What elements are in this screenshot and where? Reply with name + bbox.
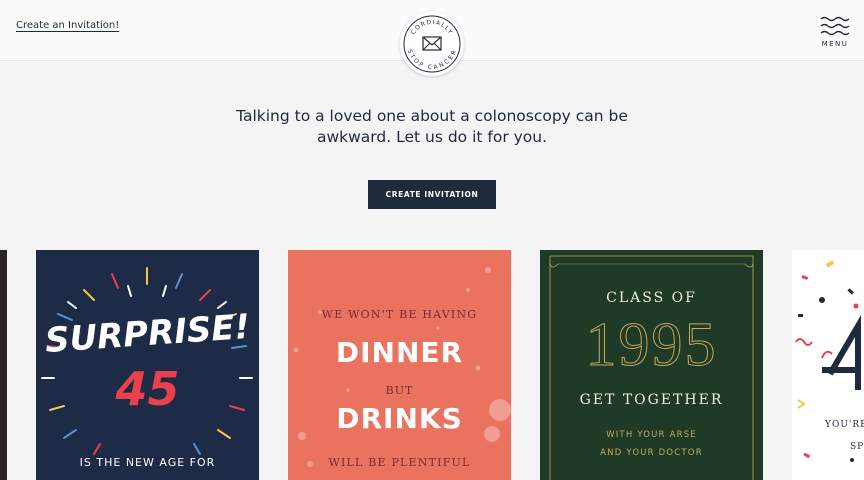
site-header: Create an Invitation! CORDIALLY STOP CAN… xyxy=(0,0,864,76)
card-dinner-line3: BUT xyxy=(385,384,414,397)
create-invitation-button[interactable]: CREATE INVITATION xyxy=(368,180,496,209)
card-partial-left[interactable] xyxy=(0,250,7,480)
menu-label: MENU xyxy=(821,40,849,48)
logo-text-bottom: STOP CANCER xyxy=(406,48,457,71)
envelope-icon xyxy=(422,36,442,51)
menu-button[interactable]: MENU xyxy=(818,16,852,50)
card-surprise-number: 45 xyxy=(115,362,180,416)
logo-text-top: CORDIALLY xyxy=(410,19,453,36)
card-dinner-line5: WILL BE PLENTIFUL xyxy=(328,456,471,469)
wavy-menu-icon xyxy=(820,16,850,36)
card-dinner-line1: WE WON'T BE HAVING xyxy=(321,308,478,321)
card-dinner-line2: DINNER xyxy=(335,336,464,369)
svg-text:CORDIALLY: CORDIALLY xyxy=(410,19,454,36)
card-confetti-line1: YOU'RE xyxy=(825,420,864,430)
card-class-line3: WITH YOUR ARSE xyxy=(606,430,697,440)
card-class-of[interactable]: CLASS OF 1995 GET TOGETHER WITH YOUR ARS… xyxy=(540,250,763,480)
card-dinner-line4: DRINKS xyxy=(336,402,463,435)
card-class-year: 1995 xyxy=(585,311,718,380)
card-confetti-line2: SP xyxy=(850,442,864,452)
card-confetti-partial[interactable]: YOU'RE SP xyxy=(792,250,864,480)
svg-text:STOP CANCER: STOP CANCER xyxy=(406,48,458,71)
create-invitation-link[interactable]: Create an Invitation! xyxy=(16,20,119,31)
card-surprise[interactable]: SURPRISE! 45 IS THE NEW AGE FOR xyxy=(36,250,259,480)
card-class-line2: GET TOGETHER xyxy=(579,392,724,408)
logo-cordially-stop-cancer[interactable]: CORDIALLY STOP CANCER xyxy=(400,12,464,76)
card-class-line4: AND YOUR DOCTOR xyxy=(600,448,703,458)
hero-headline: Talking to a loved one about a colonosco… xyxy=(236,107,628,146)
card-class-line1: CLASS OF xyxy=(606,290,697,306)
card-surprise-subtitle: IS THE NEW AGE FOR xyxy=(79,456,216,469)
card-dinner[interactable]: WE WON'T BE HAVING DINNER BUT DRINKS WIL… xyxy=(288,250,511,480)
